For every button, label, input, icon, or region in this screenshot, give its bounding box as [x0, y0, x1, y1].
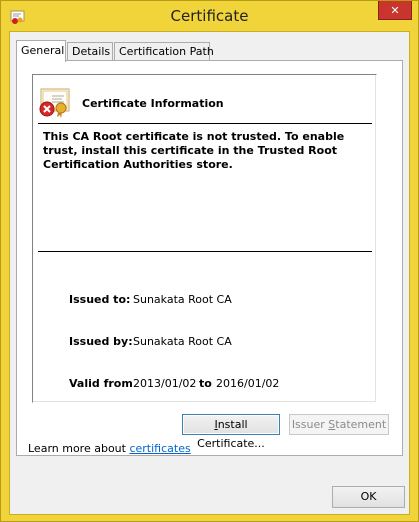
install-certificate-button[interactable]: Install Certificate...: [182, 414, 280, 450]
trust-warning-text: This CA Root certificate is not trusted.…: [43, 130, 345, 171]
dialog-client-area: General Details Certification Path Certi…: [9, 31, 410, 515]
divider: [38, 251, 372, 252]
learn-more-text: Learn more about certificates: [28, 442, 191, 455]
certificate-info-title: Certificate Information: [82, 97, 224, 110]
issued-to-value: Sunakata Root CA: [133, 293, 232, 306]
title-bar[interactable]: Certificate ✕: [1, 1, 418, 31]
issuer-statement-button[interactable]: Issuer Statement: [289, 414, 389, 435]
certificate-error-icon: [39, 88, 70, 118]
valid-to-value: 2016/01/02: [216, 377, 280, 390]
certificates-link[interactable]: certificates: [129, 442, 190, 455]
certificate-dialog: Certificate ✕ General Details Certificat…: [0, 0, 419, 522]
valid-from-value: 2013/01/02: [133, 377, 197, 390]
window-title: Certificate: [170, 7, 249, 25]
tab-certification-path[interactable]: Certification Path: [114, 42, 214, 61]
close-button[interactable]: ✕: [378, 1, 412, 20]
issued-to-label: Issued to:: [69, 293, 131, 306]
divider: [38, 123, 372, 124]
certificate-info-box: Certificate Information This CA Root cer…: [32, 74, 377, 403]
close-icon: ✕: [390, 3, 400, 17]
valid-to-label: to: [199, 377, 212, 390]
valid-from-label: Valid from: [69, 377, 133, 390]
tab-details[interactable]: Details: [67, 42, 113, 61]
issued-by-label: Issued by:: [69, 335, 133, 348]
issued-by-value: Sunakata Root CA: [133, 335, 232, 348]
tab-general[interactable]: General: [16, 40, 66, 62]
ok-button[interactable]: OK: [332, 486, 405, 508]
